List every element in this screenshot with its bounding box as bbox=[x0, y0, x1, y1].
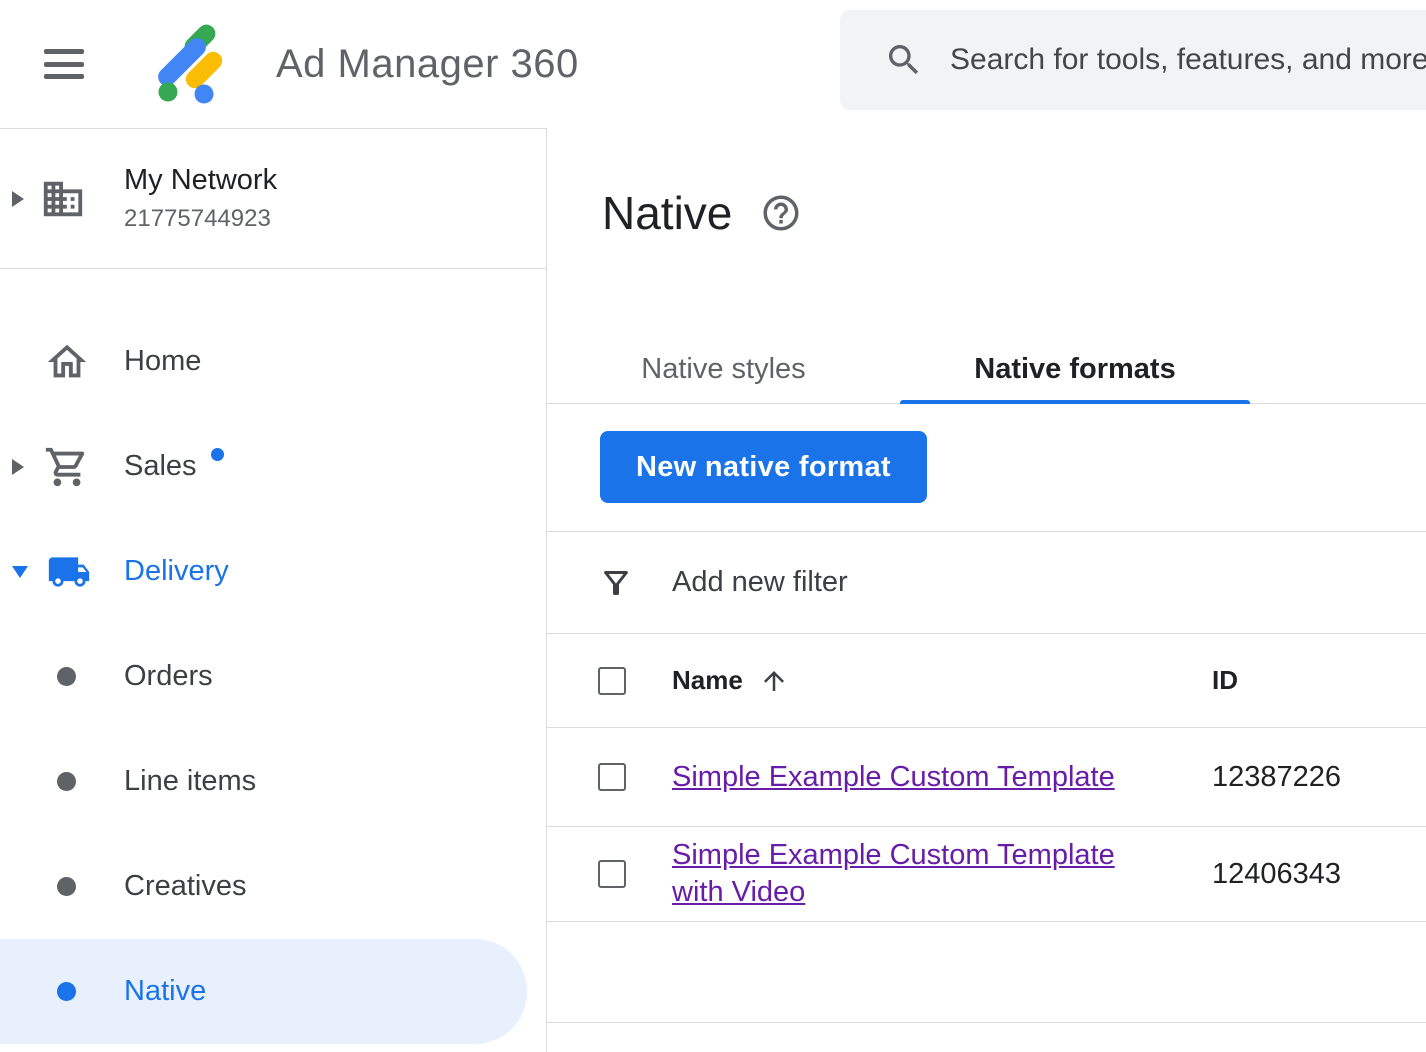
sidebar-item-native[interactable]: Native bbox=[0, 939, 527, 1044]
tab-native-styles[interactable]: Native styles bbox=[547, 336, 900, 403]
network-selector[interactable]: My Network 21775744923 bbox=[0, 129, 546, 269]
network-building-icon bbox=[40, 176, 86, 222]
sidebar-item-label: Native bbox=[124, 975, 206, 1008]
home-icon bbox=[44, 339, 90, 385]
sidebar-item-line-items[interactable]: Line items bbox=[0, 729, 546, 834]
native-format-id: 12387226 bbox=[1212, 761, 1341, 794]
sidebar-item-label: Line items bbox=[124, 765, 256, 798]
native-format-link[interactable]: Simple Example Custom Template with Vide… bbox=[672, 839, 1115, 908]
bullet-icon bbox=[57, 667, 76, 686]
sidebar-nav: Home Sales Delivery Orders bbox=[0, 269, 546, 1044]
name-header-label: Name bbox=[672, 665, 743, 696]
tab-label: Native formats bbox=[974, 353, 1175, 386]
row-checkbox[interactable] bbox=[598, 860, 626, 888]
network-name: My Network bbox=[124, 164, 277, 197]
help-icon[interactable] bbox=[760, 192, 802, 234]
select-all-checkbox[interactable] bbox=[598, 667, 626, 695]
bullet-icon bbox=[57, 877, 76, 896]
table-header-row: Name ID bbox=[547, 633, 1426, 727]
expand-arrow-icon bbox=[12, 459, 24, 475]
add-filter-label: Add new filter bbox=[672, 566, 848, 599]
id-column-header: ID bbox=[1212, 665, 1238, 696]
sidebar-item-delivery[interactable]: Delivery bbox=[0, 519, 546, 624]
new-native-format-button[interactable]: New native format bbox=[600, 431, 927, 503]
native-format-link[interactable]: Simple Example Custom Template bbox=[672, 761, 1115, 793]
sidebar-item-orders[interactable]: Orders bbox=[0, 624, 546, 729]
sort-ascending-icon bbox=[759, 666, 789, 696]
truck-icon bbox=[44, 550, 94, 594]
bullet-icon bbox=[57, 772, 76, 791]
top-bar: Ad Manager 360 bbox=[0, 0, 1426, 128]
app-title: Ad Manager 360 bbox=[276, 42, 579, 87]
id-header-label: ID bbox=[1212, 665, 1238, 696]
page-title: Native bbox=[602, 186, 732, 240]
sidebar-item-sales[interactable]: Sales bbox=[0, 414, 546, 519]
sidebar-item-home[interactable]: Home bbox=[0, 309, 546, 414]
collapse-arrow-icon bbox=[12, 566, 28, 578]
sidebar-item-label: Sales bbox=[124, 450, 197, 483]
network-id: 21775744923 bbox=[124, 205, 277, 233]
search-icon bbox=[884, 40, 924, 80]
table-row: Simple Example Custom Template with Vide… bbox=[547, 826, 1426, 921]
expand-arrow-icon bbox=[12, 191, 24, 207]
menu-icon[interactable] bbox=[44, 49, 84, 79]
table-bottom-divider bbox=[547, 1022, 1426, 1023]
sales-notification-dot bbox=[211, 448, 224, 461]
sidebar-item-label: Delivery bbox=[124, 555, 229, 588]
main-content: Native Native styles Native formats New … bbox=[547, 128, 1426, 1052]
cart-icon bbox=[44, 444, 90, 490]
filter-icon bbox=[598, 565, 634, 601]
tab-native-formats[interactable]: Native formats bbox=[900, 336, 1250, 403]
ad-manager-logo-icon bbox=[148, 20, 236, 108]
sidebar-item-creatives[interactable]: Creatives bbox=[0, 834, 546, 939]
name-column-header[interactable]: Name bbox=[672, 665, 1157, 696]
sidebar-item-label: Home bbox=[124, 345, 201, 378]
native-formats-table: Add new filter Name ID bbox=[547, 531, 1426, 1052]
table-row: Simple Example Custom Template 12387226 bbox=[547, 727, 1426, 826]
active-tab-underline bbox=[900, 400, 1250, 404]
search-bar[interactable] bbox=[840, 10, 1426, 110]
row-checkbox[interactable] bbox=[598, 763, 626, 791]
sidebar-item-label: Orders bbox=[124, 660, 213, 693]
sidebar: My Network 21775744923 Home Sales bbox=[0, 128, 547, 1052]
add-filter-bar[interactable]: Add new filter bbox=[547, 531, 1426, 633]
sidebar-item-label: Creatives bbox=[124, 870, 247, 903]
native-format-id: 12406343 bbox=[1212, 858, 1341, 891]
search-input[interactable] bbox=[950, 43, 1426, 77]
tab-bar: Native styles Native formats bbox=[547, 336, 1426, 404]
table-empty-row bbox=[547, 921, 1426, 1022]
bullet-icon bbox=[57, 982, 76, 1001]
tab-label: Native styles bbox=[641, 353, 805, 386]
